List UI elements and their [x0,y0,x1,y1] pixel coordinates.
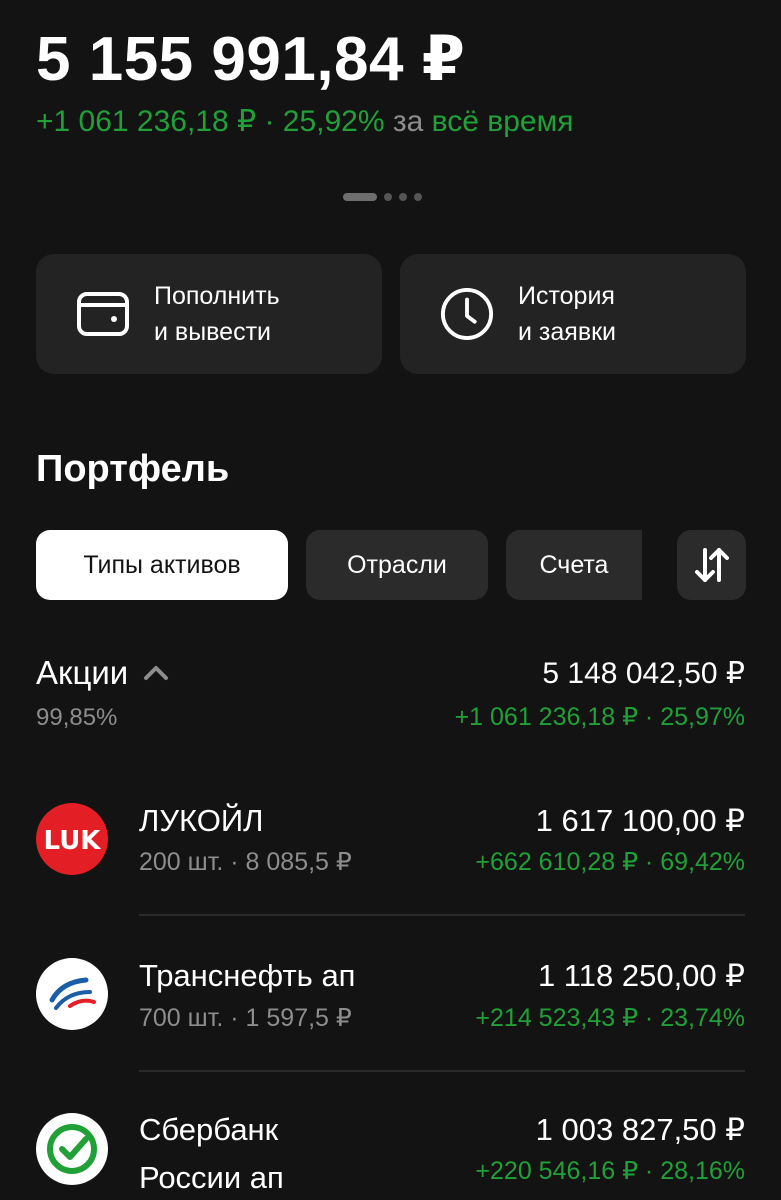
topup-withdraw-button[interactable]: Пополнить и вывести [36,254,382,374]
history-orders-button[interactable]: История и заявки [400,254,746,374]
page-indicator [343,193,422,201]
asset-change: +220 546,16 ₽ · 28,16% [475,1157,745,1185]
page-indicator-dot [414,193,422,201]
asset-change: +662 610,28 ₽ · 69,42% [475,848,745,876]
portfolio-title: Портфель [36,448,230,490]
page-indicator-dot [399,193,407,201]
asset-change: +214 523,43 ₽ · 23,74% [475,1004,745,1032]
group-stocks-toggle[interactable]: Акции [36,654,170,692]
chevron-up-icon [144,666,169,680]
page-indicator-active [343,193,377,201]
group-name: Акции [36,654,129,691]
period-selector[interactable]: всё время [432,105,574,138]
sort-button[interactable] [677,530,746,600]
period-prefix: за [392,105,424,138]
asset-value: 1 118 250,00 ₽ [537,958,745,993]
asset-name-line2: России ап [139,1160,284,1195]
asset-name: ЛУКОЙЛ [139,803,264,838]
asset-value: 1 617 100,00 ₽ [535,803,745,838]
asset-quantity-price: 200 шт. · 8 085,5 ₽ [139,848,352,876]
divider [139,1070,745,1072]
portfolio-total: 5 155 991,84 ₽ [36,25,466,94]
group-change: +1 061 236,18 ₽ · 25,97% [454,703,745,731]
divider [139,914,745,916]
asset-quantity-price: 700 шт. · 1 597,5 ₽ [139,1004,352,1032]
group-share: 99,85% [36,704,118,731]
group-value: 5 148 042,50 ₽ [542,657,745,690]
tab-asset-types[interactable]: Типы активов [36,530,288,600]
tab-accounts[interactable]: Счета [506,530,642,600]
wallet-icon [76,287,130,341]
sort-icon [694,548,729,582]
asset-value: 1 003 827,50 ₽ [535,1112,745,1147]
tab-industries[interactable]: Отрасли [306,530,488,600]
history-orders-label: История и заявки [518,282,616,346]
asset-name: Транснефть ап [139,958,356,993]
lukoil-logo-icon: LUK [36,803,108,875]
total-gain: +1 061 236,18 ₽ · 25,92% за всё время [36,104,573,139]
page-indicator-dot [384,193,392,201]
topup-withdraw-label: Пополнить и вывести [154,282,280,346]
total-gain-value: +1 061 236,18 ₽ · 25,92% [36,105,385,138]
transneft-logo-icon [36,958,108,1030]
svg-text:LUK: LUK [44,826,102,856]
asset-name: Сбербанк [139,1112,279,1147]
sberbank-logo-icon [36,1113,108,1185]
clock-icon [440,287,494,341]
